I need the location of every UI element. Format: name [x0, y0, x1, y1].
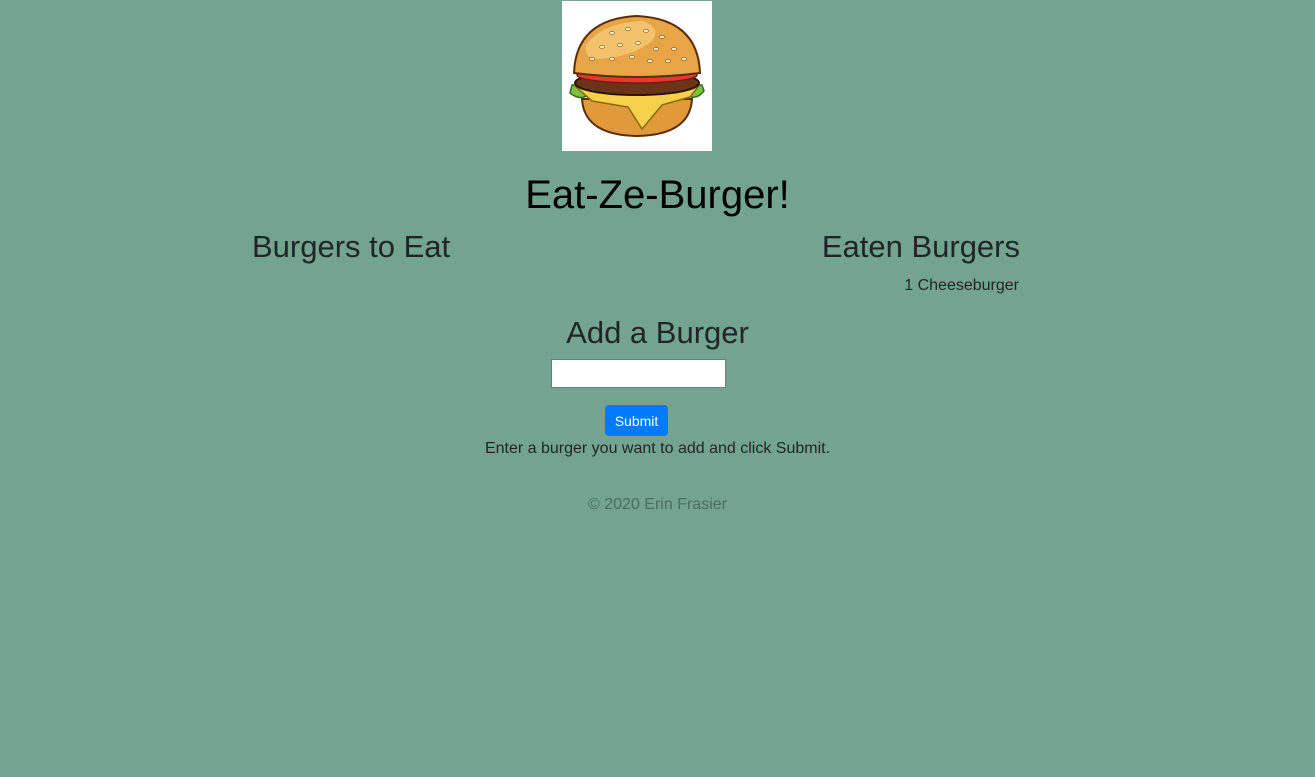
form-hint: Enter a burger you want to add and click… — [484, 440, 831, 457]
page: Eat-Ze-Burger! Burgers to Eat Eaten Burg… — [0, 0, 1315, 777]
logo — [562, 1, 712, 151]
burger-name-input[interactable] — [551, 359, 726, 388]
eaten-burgers-heading: Eaten Burgers — [821, 229, 1020, 264]
footer-copyright: © 2020 Erin Frasier — [588, 496, 727, 513]
burgers-to-eat-heading: Burgers to Eat — [252, 229, 451, 264]
submit-button[interactable]: Submit — [605, 405, 668, 436]
burger-icon — [569, 14, 705, 138]
eaten-burger-item: 1 Cheeseburger — [904, 277, 1019, 294]
eaten-burgers-list: 1 Cheeseburger — [904, 275, 1019, 296]
site-title: Eat-Ze-Burger! — [525, 173, 790, 217]
add-burger-heading: Add a Burger — [566, 315, 749, 350]
